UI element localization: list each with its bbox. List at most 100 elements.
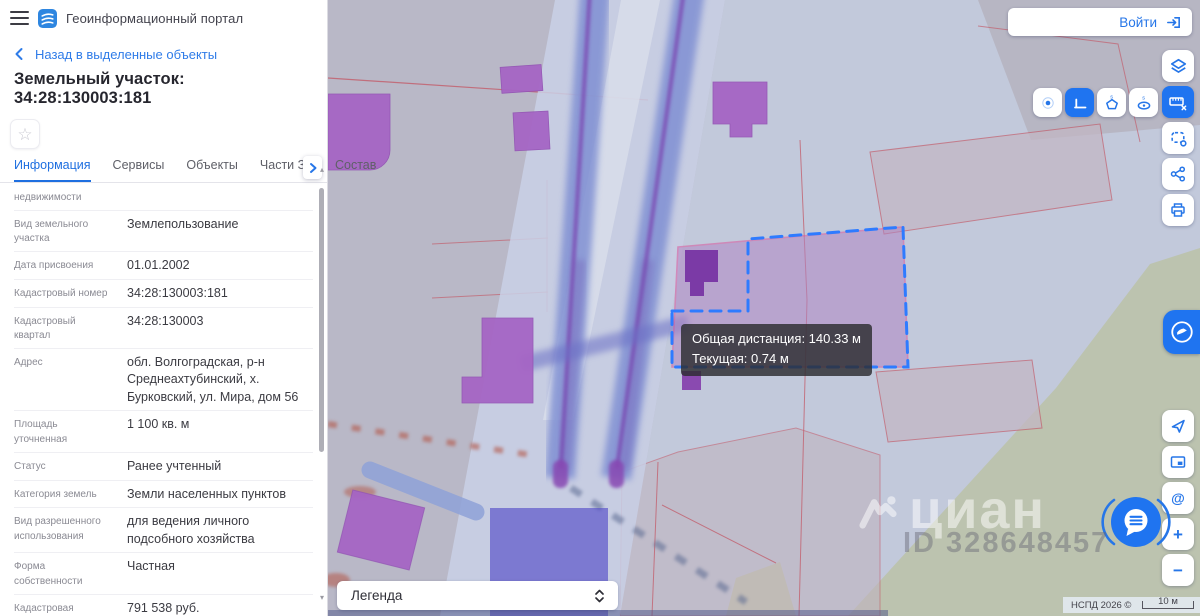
- app-title: Геоинформационный портал: [66, 10, 244, 26]
- map-utility-cap: [609, 460, 624, 488]
- svg-text:s: s: [1110, 94, 1113, 100]
- favorite-button[interactable]: ☆: [10, 119, 40, 149]
- measure-ellipse-button[interactable]: s: [1129, 88, 1158, 117]
- at-icon: @: [1171, 490, 1185, 506]
- lasso-select-icon: [1170, 131, 1187, 147]
- field-label: Вид земельного участка: [14, 218, 89, 245]
- layers-button[interactable]: [1162, 50, 1194, 82]
- info-row: Адрес обл. Волгоградская, р-н Среднеахту…: [14, 349, 313, 412]
- geoportal-app: Общая дистанция: 140.33 м Текущая: 0.74 …: [0, 0, 1200, 616]
- field-label: Дата присвоения: [14, 260, 94, 271]
- chevron-right-icon: [309, 162, 316, 173]
- info-row: Площадь уточненная 1 100 кв. м: [14, 411, 313, 453]
- ellipse-icon: s: [1137, 95, 1150, 110]
- field-value: Земли населенных пунктов: [127, 486, 286, 501]
- point-icon: [1041, 96, 1054, 109]
- print-button[interactable]: [1162, 194, 1194, 226]
- info-row: Вид земельного участка Землепользование: [14, 211, 313, 252]
- info-panel: Геоинформационный портал Назад в выделен…: [0, 0, 376, 616]
- legend-label: Легенда: [351, 588, 403, 603]
- legend-bar[interactable]: Легенда: [337, 581, 618, 610]
- minus-icon: −: [1173, 560, 1183, 580]
- layers-icon: [1170, 58, 1186, 73]
- field-label: Категория земель: [14, 488, 97, 500]
- measure-length-button[interactable]: [1065, 88, 1094, 117]
- info-content[interactable]: недвижимости Вид земельного участка Земл…: [0, 183, 327, 616]
- info-row: Дата присвоения 01.01.2002: [14, 252, 313, 280]
- map-parcel[interactable]: [875, 359, 1043, 443]
- star-icon: ☆: [17, 124, 33, 144]
- watermark-id: ID 328648457: [903, 527, 1110, 559]
- location-arrow-icon: [1171, 419, 1185, 433]
- back-link[interactable]: Назад в выделенные объекты: [35, 47, 217, 62]
- field-label: Статус: [14, 460, 46, 472]
- share-icon: [1170, 166, 1186, 182]
- login-icon: [1167, 16, 1180, 28]
- scroll-down-icon[interactable]: ▾: [320, 594, 324, 602]
- minimap-button[interactable]: [1162, 446, 1194, 478]
- tab-information[interactable]: Информация: [14, 158, 91, 182]
- menu-icon[interactable]: [10, 11, 29, 25]
- field-value: 34:28:130003: [127, 313, 204, 328]
- field-value: 1 100 кв. м: [127, 417, 190, 432]
- nspd-icon: [1170, 321, 1193, 343]
- field-label: недвижимости: [14, 192, 82, 203]
- info-row: Кадастровый квартал 34:28:130003: [14, 308, 313, 349]
- info-row: Кадастровый номер 34:28:130003:181: [14, 280, 313, 308]
- scale-label: 10 м: [1158, 596, 1178, 607]
- field-value: обл. Волгоградская, р-н Среднеахтубински…: [127, 355, 299, 404]
- ruler-x-icon: [1169, 97, 1187, 111]
- tab-objects[interactable]: Объекты: [186, 158, 238, 182]
- scale-strip: НСПД 2026 © 10 м: [1063, 596, 1200, 613]
- share-button[interactable]: [1162, 158, 1194, 190]
- panel-scrollbar[interactable]: [319, 188, 324, 452]
- field-value: для ведения личного подсобного хозяйства: [127, 514, 255, 546]
- measure-tools: s s: [1033, 88, 1158, 117]
- field-label: Вид разрешенного использования: [14, 516, 101, 542]
- map-edge-strip: [328, 610, 888, 616]
- back-row[interactable]: Назад в выделенные объекты: [14, 46, 327, 62]
- select-area-button[interactable]: [1162, 122, 1194, 154]
- field-value: Частная: [127, 559, 175, 574]
- page-title: Земельный участок: 34:28:130003:181: [14, 70, 185, 107]
- nspd-panel-handle[interactable]: [1163, 310, 1200, 354]
- chat-bubble-icon: [1101, 497, 1171, 547]
- ruler-close-button[interactable]: [1162, 86, 1194, 118]
- chat-button[interactable]: [1100, 487, 1172, 557]
- length-icon: [1073, 98, 1086, 108]
- tab-composition[interactable]: Состав: [335, 158, 376, 182]
- field-label: Адрес: [14, 357, 43, 368]
- my-location-button[interactable]: [1162, 410, 1194, 442]
- zoom-out-button[interactable]: −: [1162, 554, 1194, 586]
- field-value: 34:28:130003:181: [127, 285, 228, 300]
- login-label: Войти: [1119, 14, 1157, 30]
- expand-collapse-icon: [595, 589, 604, 602]
- field-label: Кадастровая стоимость: [14, 602, 74, 614]
- field-value: Ранее учтенный: [127, 458, 222, 473]
- scroll-up-icon[interactable]: ▴: [320, 166, 324, 174]
- tab-bar: Информация Сервисы Объекты Части ЗУ Сост…: [0, 156, 376, 183]
- info-row: Вид разрешенного использования для веден…: [14, 508, 313, 554]
- measurement-tooltip: Общая дистанция: 140.33 м Текущая: 0.74 …: [681, 324, 872, 377]
- tooltip-current-distance: Текущая: 0.74 м: [692, 351, 789, 367]
- measure-point-button[interactable]: [1033, 88, 1062, 117]
- field-label: Кадастровый номер: [14, 287, 108, 299]
- measure-area-button[interactable]: s: [1097, 88, 1126, 117]
- cian-logo-icon: [859, 496, 897, 529]
- tab-services[interactable]: Сервисы: [113, 158, 165, 182]
- info-row: Категория земель Земли населенных пункто…: [14, 481, 313, 509]
- info-row: Статус Ранее учтенный: [14, 453, 313, 481]
- attribution: НСПД 2026 ©: [1071, 599, 1132, 611]
- field-value: 791 538 руб.: [127, 600, 200, 615]
- info-row: Кадастровая стоимость 791 538 руб.: [14, 595, 313, 616]
- field-value: Землепользование: [127, 216, 239, 231]
- login-button[interactable]: Войти: [1008, 8, 1192, 36]
- field-label: Кадастровый квартал: [14, 315, 76, 342]
- field-label: Площадь уточненная: [14, 419, 68, 445]
- field-label: Форма собственности: [14, 561, 83, 587]
- svg-text:s: s: [1142, 95, 1145, 101]
- scale-bar: 10 м: [1142, 596, 1194, 609]
- portal-logo-icon: [38, 8, 57, 28]
- print-icon: [1171, 203, 1185, 217]
- minimap-icon: [1170, 456, 1186, 468]
